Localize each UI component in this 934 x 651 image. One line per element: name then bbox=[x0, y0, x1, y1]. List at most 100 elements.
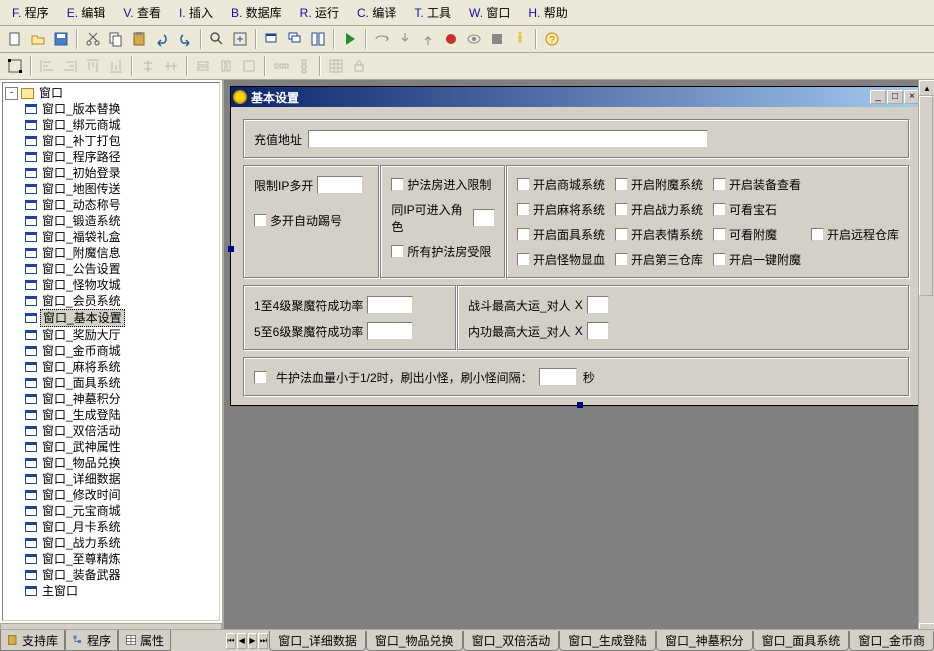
tree-item[interactable]: 窗口_福袋礼盒 bbox=[5, 229, 217, 245]
tree-item[interactable]: 窗口_月卡系统 bbox=[5, 519, 217, 535]
tree-item-label[interactable]: 窗口_补丁打包 bbox=[40, 133, 123, 149]
undo-icon[interactable] bbox=[151, 28, 173, 50]
all-guard-checkbox[interactable] bbox=[391, 245, 404, 258]
tree-item-label[interactable]: 窗口_初始登录 bbox=[40, 165, 123, 181]
same-height-icon[interactable] bbox=[215, 55, 237, 77]
tree-item[interactable]: 窗口_生成登陆 bbox=[5, 407, 217, 423]
tree-item-label[interactable]: 窗口_版本替换 bbox=[40, 101, 123, 117]
tree-item[interactable]: 窗口_奖励大厅 bbox=[5, 327, 217, 343]
tree-item[interactable]: 窗口_物品兑换 bbox=[5, 455, 217, 471]
grid-icon[interactable] bbox=[325, 55, 347, 77]
new-icon[interactable] bbox=[4, 28, 26, 50]
autokick-checkbox[interactable] bbox=[254, 214, 267, 227]
goto-icon[interactable] bbox=[229, 28, 251, 50]
same-width-icon[interactable] bbox=[192, 55, 214, 77]
same-size-icon[interactable] bbox=[238, 55, 260, 77]
rate-1-4-input[interactable] bbox=[367, 296, 413, 314]
save-icon[interactable] bbox=[50, 28, 72, 50]
resize-handle-s[interactable] bbox=[577, 402, 583, 408]
tree-item[interactable]: 窗口_详细数据 bbox=[5, 471, 217, 487]
tree-item-label[interactable]: 窗口_月卡系统 bbox=[40, 519, 123, 535]
scroll-thumb[interactable] bbox=[919, 96, 933, 296]
document-tab[interactable]: 窗口_双倍活动 bbox=[463, 631, 560, 651]
find-icon[interactable] bbox=[206, 28, 228, 50]
system-checkbox[interactable] bbox=[811, 228, 824, 241]
left-tab-prop[interactable]: 属性 bbox=[118, 630, 171, 651]
stop-icon[interactable] bbox=[486, 28, 508, 50]
tree-item-label[interactable]: 窗口_武神属性 bbox=[40, 439, 123, 455]
designer-form[interactable]: 基本设置 _ □ × 充值地址 限制IP多开 bbox=[230, 86, 923, 406]
system-checkbox[interactable] bbox=[517, 253, 530, 266]
system-checkbox[interactable] bbox=[517, 228, 530, 241]
system-checkbox[interactable] bbox=[517, 178, 530, 191]
breakpoint-icon[interactable] bbox=[440, 28, 462, 50]
document-tab[interactable]: 窗口_金币商 bbox=[849, 631, 934, 651]
document-tab[interactable]: 窗口_详细数据 bbox=[269, 631, 366, 651]
tree-item-label[interactable]: 窗口_附魔信息 bbox=[40, 245, 123, 261]
tree-item[interactable]: 窗口_面具系统 bbox=[5, 375, 217, 391]
tab-nav-1[interactable]: ◀ bbox=[237, 633, 247, 649]
tree-item[interactable]: 窗口_锻造系统 bbox=[5, 213, 217, 229]
form-titlebar[interactable]: 基本设置 _ □ × bbox=[231, 87, 922, 107]
tree-item-label[interactable]: 窗口_奖励大厅 bbox=[40, 327, 123, 343]
system-checkbox[interactable] bbox=[713, 203, 726, 216]
system-checkbox[interactable] bbox=[615, 228, 628, 241]
guard-enter-checkbox[interactable] bbox=[391, 178, 404, 191]
select-icon[interactable] bbox=[4, 55, 26, 77]
step-into-icon[interactable] bbox=[394, 28, 416, 50]
left-tab-book[interactable]: 支持库 bbox=[0, 630, 65, 651]
tree-item-label[interactable]: 窗口_公告设置 bbox=[40, 261, 123, 277]
tree-item[interactable]: 窗口_修改时间 bbox=[5, 487, 217, 503]
align-right-icon[interactable] bbox=[59, 55, 81, 77]
tree-item[interactable]: 窗口_补丁打包 bbox=[5, 133, 217, 149]
tree-item[interactable]: 窗口_版本替换 bbox=[5, 101, 217, 117]
left-tab-tree[interactable]: 程序 bbox=[65, 630, 118, 651]
system-checkbox[interactable] bbox=[713, 253, 726, 266]
window-cascade-icon[interactable] bbox=[284, 28, 306, 50]
menu-i[interactable]: I. 插入 bbox=[171, 2, 221, 23]
system-checkbox[interactable] bbox=[615, 203, 628, 216]
system-checkbox[interactable] bbox=[615, 178, 628, 191]
pause-icon[interactable] bbox=[509, 28, 531, 50]
tree-item[interactable]: 窗口_神墓积分 bbox=[5, 391, 217, 407]
window-tile-icon[interactable] bbox=[307, 28, 329, 50]
tab-nav-3[interactable]: ⏭ bbox=[258, 633, 268, 649]
tree-item-label[interactable]: 窗口_双倍活动 bbox=[40, 423, 123, 439]
menu-t[interactable]: T. 工具 bbox=[406, 2, 459, 23]
tree-item-label[interactable]: 窗口_麻将系统 bbox=[40, 359, 123, 375]
tree-item[interactable]: 窗口_地图传送 bbox=[5, 181, 217, 197]
tab-nav-0[interactable]: ⏮ bbox=[226, 633, 236, 649]
tree-item-label[interactable]: 窗口_生成登陆 bbox=[40, 407, 123, 423]
tree-item[interactable]: 窗口_战力系统 bbox=[5, 535, 217, 551]
cut-icon[interactable] bbox=[82, 28, 104, 50]
watch-icon[interactable] bbox=[463, 28, 485, 50]
tree-item[interactable]: 窗口_麻将系统 bbox=[5, 359, 217, 375]
tree-item[interactable]: 窗口_怪物攻城 bbox=[5, 277, 217, 293]
tree-item-label[interactable]: 窗口_锻造系统 bbox=[40, 213, 123, 229]
menu-w[interactable]: W. 窗口 bbox=[461, 2, 518, 23]
tree-item[interactable]: 窗口_装备武器 bbox=[5, 567, 217, 583]
tree-item-label[interactable]: 窗口_怪物攻城 bbox=[40, 277, 123, 293]
tree-view[interactable]: -窗口窗口_版本替换窗口_绑元商城窗口_补丁打包窗口_程序路径窗口_初始登录窗口… bbox=[2, 82, 220, 621]
tree-item-label[interactable]: 窗口_元宝商城 bbox=[40, 503, 123, 519]
tree-item[interactable]: 窗口_初始登录 bbox=[5, 165, 217, 181]
document-tab[interactable]: 窗口_神墓积分 bbox=[656, 631, 753, 651]
tree-toggle[interactable]: - bbox=[5, 87, 18, 100]
tree-item-label[interactable]: 窗口_面具系统 bbox=[40, 375, 123, 391]
paste-icon[interactable] bbox=[128, 28, 150, 50]
system-checkbox[interactable] bbox=[713, 178, 726, 191]
tree-item-label[interactable]: 窗口_基本设置 bbox=[40, 309, 125, 327]
tree-item-label[interactable]: 窗口_动态称号 bbox=[40, 197, 123, 213]
menu-v[interactable]: V. 查看 bbox=[115, 2, 169, 23]
tree-root-label[interactable]: 窗口 bbox=[37, 85, 65, 101]
tree-item-label[interactable]: 窗口_金币商城 bbox=[40, 343, 123, 359]
lock-icon[interactable] bbox=[348, 55, 370, 77]
tree-item-label[interactable]: 窗口_详细数据 bbox=[40, 471, 123, 487]
window-new-icon[interactable] bbox=[261, 28, 283, 50]
menu-r[interactable]: R. 运行 bbox=[292, 2, 347, 23]
document-tab[interactable]: 窗口_面具系统 bbox=[753, 631, 850, 651]
vspace-icon[interactable] bbox=[293, 55, 315, 77]
tree-item-label[interactable]: 窗口_战力系统 bbox=[40, 535, 123, 551]
minimize-button[interactable]: _ bbox=[870, 90, 886, 104]
menu-f[interactable]: F. 程序 bbox=[4, 2, 57, 23]
